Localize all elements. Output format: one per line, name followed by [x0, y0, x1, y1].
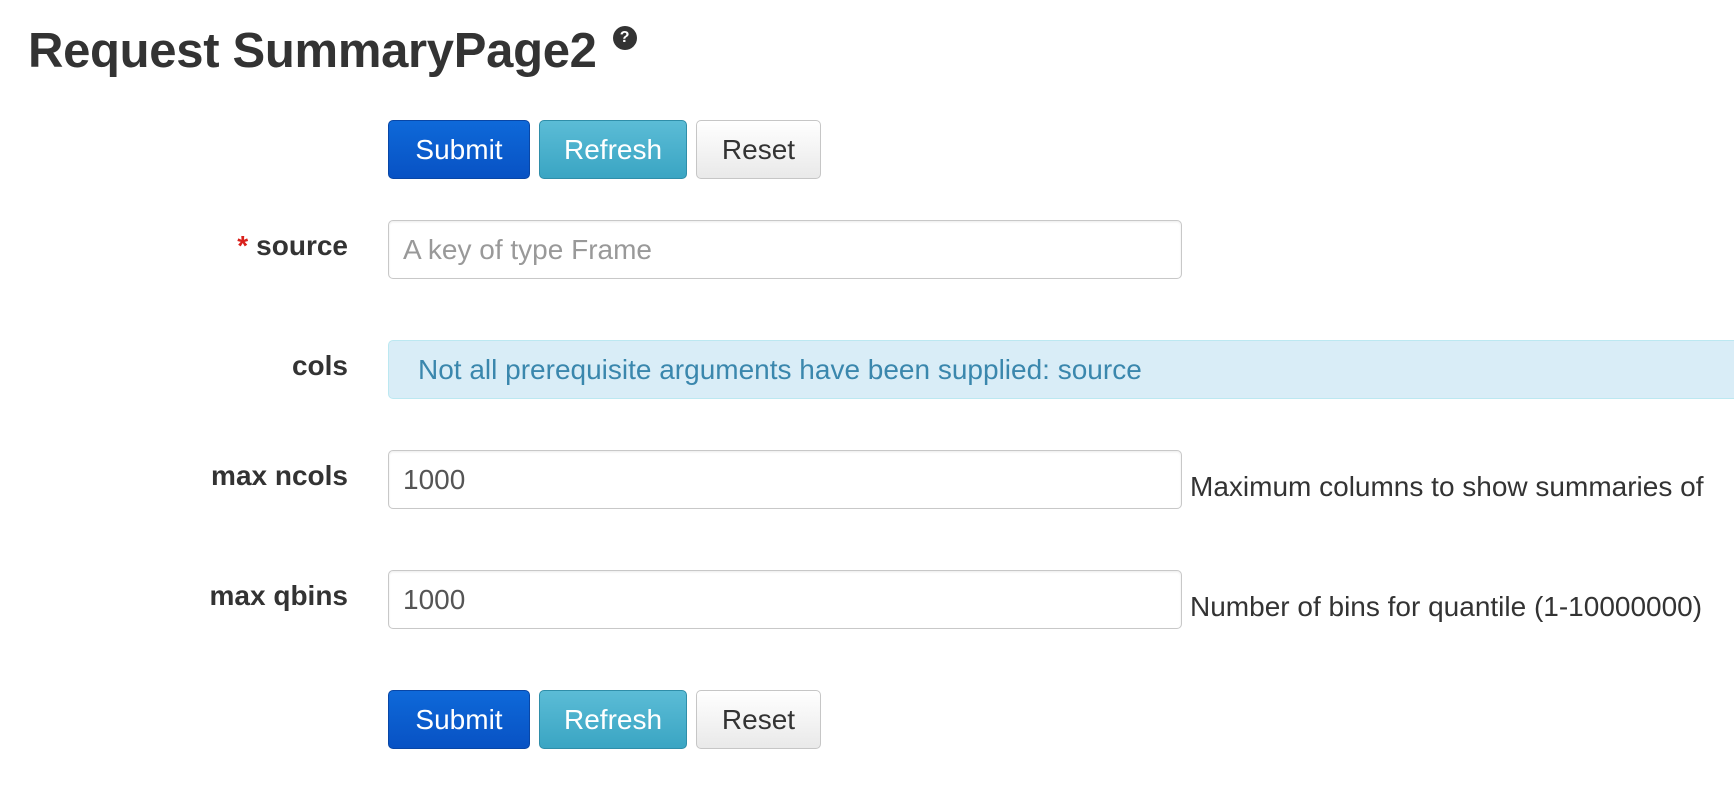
question-circle-icon[interactable]: ? — [612, 26, 637, 50]
reset-button[interactable]: Reset — [696, 120, 821, 179]
top-button-bar: Submit Refresh Reset — [388, 120, 821, 179]
source-label-text: source — [256, 230, 348, 261]
bottom-button-bar: Submit Refresh Reset — [388, 690, 821, 749]
submit-button[interactable]: Submit — [388, 120, 530, 179]
reset-button[interactable]: Reset — [696, 690, 821, 749]
max-qbins-input[interactable] — [388, 570, 1182, 629]
max-qbins-label: max qbins — [209, 580, 348, 611]
max-qbins-help: Number of bins for quantile (1-10000000) — [1190, 591, 1703, 622]
required-marker: * — [237, 230, 249, 261]
refresh-button[interactable]: Refresh — [539, 690, 687, 749]
max-ncols-input[interactable] — [388, 450, 1182, 509]
submit-button[interactable]: Submit — [388, 690, 530, 749]
source-input[interactable] — [388, 220, 1182, 279]
source-label: * source — [237, 230, 348, 262]
cols-info-alert: Not all prerequisite arguments have been… — [388, 340, 1734, 399]
max-ncols-help: Maximum columns to show summaries of — [1190, 471, 1704, 502]
refresh-button[interactable]: Refresh — [539, 120, 687, 179]
max-ncols-label: max ncols — [211, 460, 348, 491]
page-title: Request SummaryPage2 — [28, 24, 597, 78]
page-header: Request SummaryPage2 ? — [28, 18, 637, 84]
cols-label: cols — [291, 350, 348, 381]
